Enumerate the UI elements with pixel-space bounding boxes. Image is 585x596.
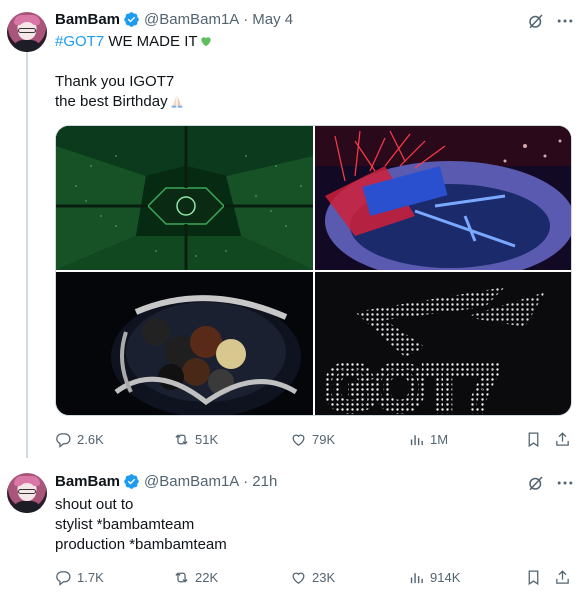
reply-icon — [56, 570, 71, 586]
like-button[interactable]: 79K — [290, 429, 335, 449]
bookmark-button[interactable] — [525, 429, 542, 449]
separator: · — [243, 11, 249, 28]
views-button[interactable]: 1M — [408, 429, 448, 449]
timestamp[interactable]: 21h — [252, 473, 277, 490]
tweet[interactable]: BamBam @BamBam1A · May 4 #GOT7 WE MADE I… — [0, 0, 585, 462]
share-button[interactable] — [554, 429, 571, 449]
views-count: 1M — [430, 431, 449, 447]
grok-icon[interactable] — [527, 474, 545, 492]
like-count: 79K — [312, 431, 336, 447]
bookmark-icon — [528, 431, 539, 447]
views-icon — [410, 434, 423, 445]
repost-icon — [175, 571, 188, 583]
media-grid[interactable]: GOT7 — [55, 125, 572, 416]
tweet-text-line: WE MADE IT — [104, 33, 198, 50]
tweet[interactable]: BamBam @BamBam1A · 21h shout out to styl… — [0, 462, 585, 596]
hashtag-link[interactable]: #GOT7 — [55, 33, 104, 50]
like-button[interactable]: 23K — [290, 567, 335, 587]
repost-button[interactable]: 51K — [173, 429, 218, 449]
tweet-text-line: the best Birthday — [55, 93, 168, 110]
bookmark-button[interactable] — [525, 567, 542, 587]
like-icon — [292, 572, 305, 584]
verified-badge-icon — [124, 12, 139, 27]
share-icon — [556, 431, 569, 446]
more-icon[interactable] — [555, 11, 575, 31]
like-count: 23K — [312, 569, 336, 585]
bookmark-icon — [528, 569, 539, 585]
tweet-text-line: production *bambamteam — [55, 536, 227, 553]
media-photo-drone-logo[interactable]: GOT7 — [315, 272, 571, 416]
author-name[interactable]: BamBam — [55, 473, 120, 490]
drone-text: GOT7 — [325, 352, 499, 416]
repost-icon — [175, 433, 188, 445]
separator: · — [243, 473, 249, 490]
views-button[interactable]: 914K — [408, 567, 460, 587]
tweet-text-line: Thank you IGOT7 — [55, 73, 175, 90]
more-icon[interactable] — [555, 473, 575, 493]
action-bar: 1.7K 22K 23K 914K — [55, 567, 575, 587]
timestamp[interactable]: May 4 — [252, 11, 293, 28]
media-photo-stadium-fireworks[interactable] — [315, 126, 571, 270]
action-bar: 2.6K 51K 79K 1M — [55, 429, 575, 449]
share-icon — [556, 569, 569, 584]
views-icon — [410, 572, 423, 583]
tweet-text-line: stylist *bambamteam — [55, 516, 195, 533]
reply-button[interactable]: 1.7K — [55, 567, 104, 587]
verified-badge-icon — [124, 474, 139, 489]
reply-icon — [56, 432, 71, 448]
media-photo-group-hug[interactable] — [56, 272, 313, 415]
repost-count: 51K — [195, 431, 219, 447]
folded-hands-emoji — [171, 95, 182, 108]
media-photo-stadium-green[interactable] — [56, 126, 313, 270]
thread-line — [26, 52, 28, 458]
author-handle[interactable]: @BamBam1A — [144, 473, 239, 490]
avatar[interactable] — [7, 12, 47, 52]
author-handle[interactable]: @BamBam1A — [144, 11, 239, 28]
tweet-text: #GOT7 WE MADE IT Thank you IGOT7 the bes… — [55, 32, 213, 112]
repost-button[interactable]: 22K — [173, 567, 218, 587]
tweet-text-line: shout out to — [55, 496, 134, 513]
views-count: 914K — [430, 569, 461, 585]
reply-count: 1.7K — [77, 569, 104, 585]
tweet-header: BamBam @BamBam1A · 21h — [55, 473, 277, 490]
reply-button[interactable]: 2.6K — [55, 429, 104, 449]
share-button[interactable] — [554, 567, 571, 587]
author-name[interactable]: BamBam — [55, 11, 120, 28]
tweet-header: BamBam @BamBam1A · May 4 — [55, 11, 293, 28]
green-heart-emoji — [200, 37, 211, 47]
repost-count: 22K — [195, 569, 219, 585]
like-icon — [292, 434, 305, 446]
avatar[interactable] — [7, 473, 47, 513]
reply-count: 2.6K — [77, 431, 104, 447]
grok-icon[interactable] — [527, 12, 545, 30]
tweet-text: shout out to stylist *bambamteam product… — [55, 495, 227, 555]
